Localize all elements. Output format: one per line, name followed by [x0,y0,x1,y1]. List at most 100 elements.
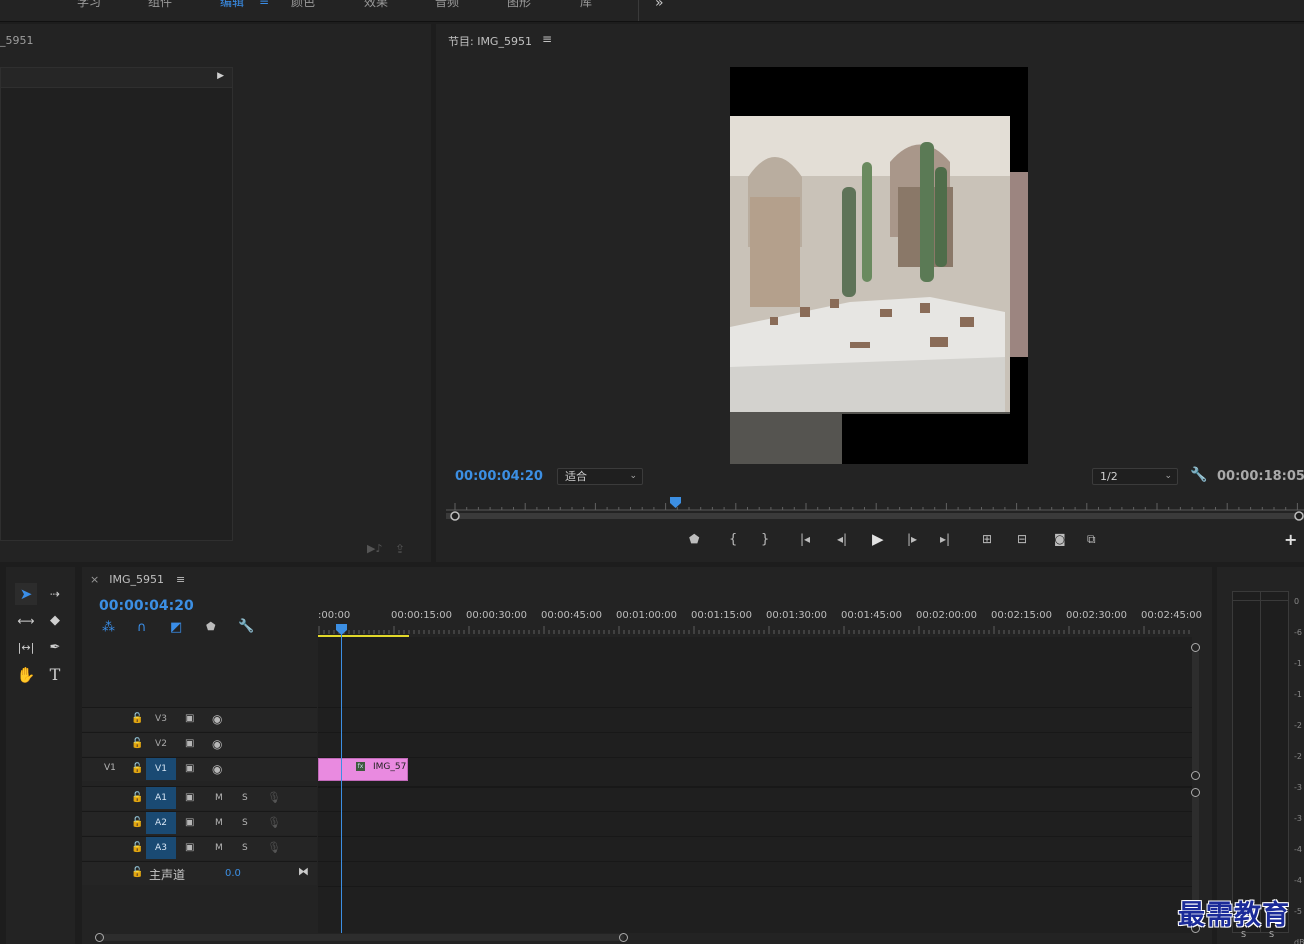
lock-icon[interactable]: 🔓 [131,842,143,853]
horizontal-scroll-handle-left[interactable] [95,933,104,942]
eye-icon[interactable]: ◉ [212,737,222,751]
sync-lock-icon[interactable]: ▣ [185,763,194,774]
type-icon[interactable]: T [44,664,66,686]
track-lane-v3[interactable] [318,707,1192,731]
master-volume-value[interactable]: 0.0 [225,868,241,879]
track-select-icon[interactable]: ⇢ [44,583,66,605]
microphone-icon[interactable]: 🎙 [267,816,281,829]
track-target-a2[interactable]: A2 [146,812,176,834]
program-current-timecode[interactable]: 00:00:04:20 [455,469,543,484]
add-button-icon[interactable]: + [1284,530,1297,549]
eye-icon[interactable]: ◉ [212,762,222,776]
timeline-tab[interactable]: × IMG_5951 ≡ [90,573,185,586]
video-scrollbar[interactable] [1192,652,1199,771]
pen-icon[interactable]: ✒ [44,637,66,659]
mute-button[interactable]: M [215,843,223,853]
vertical-scroll-handle[interactable] [1191,771,1200,780]
wrench-settings-icon[interactable]: 🔧 [238,619,254,634]
linked-selection-icon[interactable]: ◩ [170,620,182,635]
slip-icon[interactable]: |↔| [15,637,37,659]
microphone-icon[interactable]: 🎙 [267,841,281,854]
sync-lock-icon[interactable]: ▣ [185,817,194,828]
lock-icon[interactable]: 🔓 [131,817,143,828]
mute-button[interactable]: M [215,793,223,803]
workspace-tab-effects[interactable]: 效果 [364,0,388,10]
track-target-v2[interactable]: V2 [146,733,176,755]
timeline-current-timecode[interactable]: 00:00:04:20 [99,598,194,614]
lock-icon[interactable]: 🔓 [131,738,143,749]
step-back-icon[interactable]: ◂| [837,532,847,546]
track-target-v3[interactable]: V3 [146,708,176,730]
razor-icon[interactable]: ◆ [44,610,66,632]
sync-lock-icon[interactable]: ▣ [185,792,194,803]
expand-arrow-icon[interactable]: ▶ [217,71,224,81]
sync-lock-icon[interactable]: ▣ [185,842,194,853]
timeline-playhead-line[interactable] [341,624,342,933]
hamburger-icon[interactable]: ≡ [542,32,552,46]
track-lane-v2[interactable] [318,732,1192,756]
nest-icon[interactable]: ⁂ [102,620,115,635]
video-clip[interactable]: fx IMG_57 [318,758,408,781]
track-lane-v1[interactable] [318,757,1192,781]
track-target-a3[interactable]: A3 [146,837,176,859]
horizontal-scroll-handle-right[interactable] [619,933,628,942]
lock-icon[interactable]: 🔓 [131,763,143,774]
workspace-tab-assembly[interactable]: 组件 [148,0,172,10]
workspace-tab-libraries[interactable]: 库 [580,0,592,10]
solo-button[interactable]: S [242,818,248,828]
solo-button[interactable]: S [242,793,248,803]
track-lane-a2[interactable] [318,811,1192,835]
lock-icon[interactable]: 🔓 [131,713,143,724]
wrench-settings-icon[interactable]: 🔧 [1190,467,1207,483]
step-forward-icon[interactable]: |▸ [907,532,917,546]
lock-icon[interactable]: 🔓 [131,867,143,878]
camera-icon[interactable]: ◙ [1054,532,1066,546]
insert-audio-icon[interactable]: ▶♪ [367,542,382,555]
track-target-a1[interactable]: A1 [146,787,176,809]
workspace-menu-icon[interactable]: ≡ [259,0,269,8]
mute-button[interactable]: M [215,818,223,828]
sync-lock-icon[interactable]: ▣ [185,713,194,724]
timeline-tracks-area[interactable]: fx IMG_57 [318,637,1200,933]
microphone-icon[interactable]: 🎙 [267,791,281,804]
program-playhead[interactable] [670,497,682,508]
extract-icon[interactable]: ⊟ [1017,532,1027,546]
track-target-v1[interactable]: V1 [146,758,176,780]
overflow-chevron-icon[interactable]: » [655,0,664,11]
eye-icon[interactable]: ◉ [212,712,222,726]
zoom-dropdown[interactable]: 适合 ⌄ [557,468,643,485]
go-to-in-icon[interactable]: |◂ [800,532,810,546]
resolution-dropdown[interactable]: 1/2 ⌄ [1092,468,1178,485]
workspace-tab-learn[interactable]: 学习 [77,0,101,10]
comparison-icon[interactable]: ⧉ [1087,532,1096,547]
workspace-tab-graphics[interactable]: 图形 [507,0,531,10]
timeline-playhead[interactable] [336,624,347,635]
track-lane-a1[interactable] [318,786,1192,810]
solo-button[interactable]: S [242,843,248,853]
video-preview[interactable] [730,67,1028,464]
close-icon[interactable]: × [90,573,99,586]
go-to-edit-icon[interactable]: ⧓ [298,865,309,878]
program-monitor-title[interactable]: 节目: IMG_5951 [448,33,532,49]
lock-icon[interactable]: 🔓 [131,792,143,803]
selection-tool-icon[interactable]: ➤ [15,583,37,605]
vertical-scroll-handle[interactable] [1191,788,1200,797]
source-panel-title[interactable]: _5951 [0,34,34,47]
export-icon[interactable]: ⇪ [395,542,405,556]
sync-lock-icon[interactable]: ▣ [185,738,194,749]
workspace-tab-editing[interactable]: 编辑 [220,0,244,10]
in-point-icon[interactable]: { [729,532,737,547]
hand-icon[interactable]: ✋ [15,664,37,686]
add-marker-icon[interactable]: ⬟ [206,620,216,633]
out-point-icon[interactable]: } [761,532,769,547]
source-patch-v1[interactable]: V1 [104,763,116,773]
horizontal-scrollbar[interactable] [100,934,624,941]
workspace-tab-color[interactable]: 颜色 [291,0,315,10]
track-lane-a3[interactable] [318,836,1192,860]
workspace-tab-audio[interactable]: 音频 [435,0,459,10]
ripple-edit-icon[interactable]: ⟷ [15,610,37,632]
program-mini-ruler[interactable] [446,494,1304,524]
marker-icon[interactable]: ⬟ [689,532,699,546]
vertical-scroll-handle[interactable] [1191,643,1200,652]
track-lane-master[interactable] [318,861,1192,885]
